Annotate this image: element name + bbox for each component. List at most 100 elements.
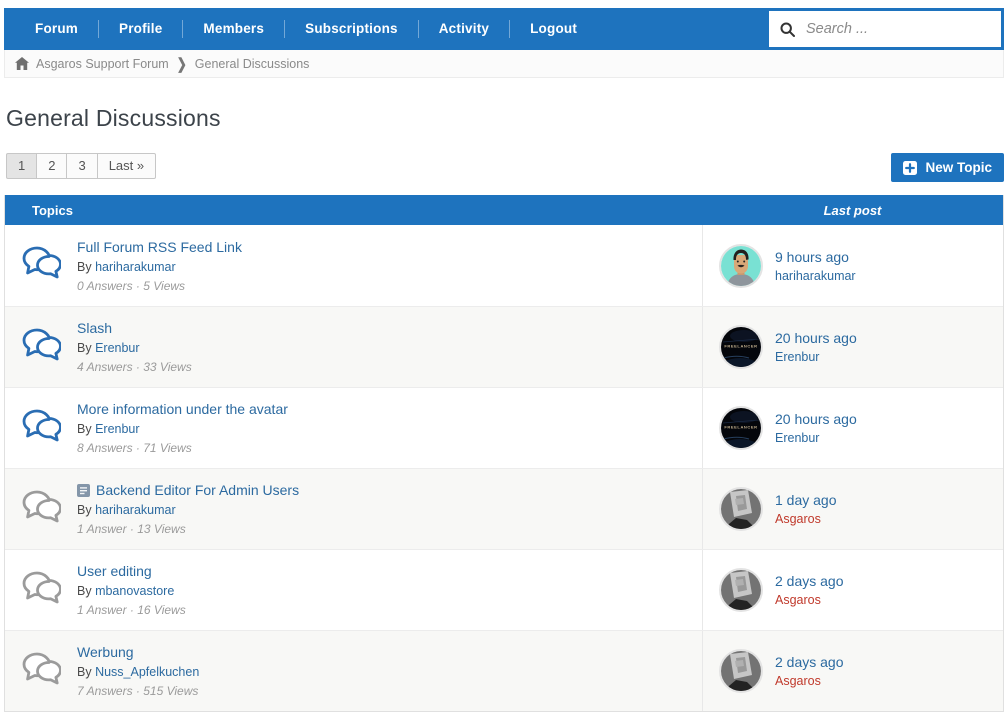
pagination-page-2[interactable]: 2 bbox=[36, 153, 67, 179]
comments-icon bbox=[21, 490, 61, 529]
topic-author-link[interactable]: Erenbur bbox=[95, 422, 139, 436]
forum-page: Forum Profile Members Subscriptions Acti… bbox=[4, 8, 1004, 712]
topic-byline: By Erenbur bbox=[77, 341, 702, 355]
by-label: By bbox=[77, 665, 95, 679]
nav-item-forum[interactable]: Forum bbox=[15, 8, 98, 50]
comments-icon bbox=[21, 246, 61, 285]
topic-info-cell: More information under the avatar By Ere… bbox=[77, 388, 702, 468]
avatar bbox=[719, 649, 763, 693]
breadcrumb-home-link[interactable]: Asgaros Support Forum bbox=[15, 57, 169, 71]
topic-info-cell: Slash By Erenbur 4 Answers · 33 Views bbox=[77, 307, 702, 387]
topic-title-link[interactable]: Werbung bbox=[77, 644, 134, 660]
last-post-time-link[interactable]: 2 days ago bbox=[775, 573, 844, 589]
pagination-page-3[interactable]: 3 bbox=[66, 153, 97, 179]
plus-icon bbox=[903, 161, 917, 175]
topic-status-cell bbox=[5, 225, 77, 306]
last-post-cell: 2 days ago Asgaros bbox=[702, 550, 1003, 630]
last-post-time-link[interactable]: 20 hours ago bbox=[775, 330, 857, 346]
topic-title-link[interactable]: Backend Editor For Admin Users bbox=[96, 482, 299, 498]
topic-row: Full Forum RSS Feed Link By hariharakuma… bbox=[5, 225, 1003, 306]
topic-byline: By mbanovastore bbox=[77, 584, 702, 598]
topics-table: Topics Last post Full Forum RSS Feed Lin… bbox=[4, 195, 1004, 712]
topic-byline: By hariharakumar bbox=[77, 503, 702, 517]
nav-menu: Forum Profile Members Subscriptions Acti… bbox=[4, 8, 597, 50]
search-box bbox=[769, 11, 1001, 47]
last-post-author-link[interactable]: Asgaros bbox=[775, 593, 844, 607]
topic-author-link[interactable]: mbanovastore bbox=[95, 584, 174, 598]
topic-author-link[interactable]: Nuss_Apfelkuchen bbox=[95, 665, 199, 679]
topic-title-link[interactable]: User editing bbox=[77, 563, 152, 579]
last-post-cell: FREELANCER 20 hours ago Erenbur bbox=[702, 388, 1003, 468]
search-input[interactable] bbox=[804, 20, 990, 38]
last-post-cell: 2 days ago Asgaros bbox=[702, 631, 1003, 711]
pagination-last[interactable]: Last » bbox=[97, 153, 156, 179]
topic-title-link[interactable]: Full Forum RSS Feed Link bbox=[77, 239, 242, 255]
topic-info-cell: Werbung By Nuss_Apfelkuchen 7 Answers · … bbox=[77, 631, 702, 711]
nav-item-activity[interactable]: Activity bbox=[419, 8, 509, 50]
topic-row: Backend Editor For Admin Users By hariha… bbox=[5, 468, 1003, 549]
topic-info-cell: User editing By mbanovastore 1 Answer · … bbox=[77, 550, 702, 630]
breadcrumb-current: General Discussions bbox=[195, 57, 310, 71]
by-label: By bbox=[77, 422, 95, 436]
pagination: 1 2 3 Last » bbox=[6, 153, 156, 179]
topic-info-cell: Full Forum RSS Feed Link By hariharakuma… bbox=[77, 225, 702, 306]
last-post-author-link[interactable]: hariharakumar bbox=[775, 269, 856, 283]
breadcrumb-root-label: Asgaros Support Forum bbox=[36, 57, 169, 71]
last-post-cell: 1 day ago Asgaros bbox=[702, 469, 1003, 549]
comments-icon bbox=[21, 409, 61, 448]
nav-item-logout[interactable]: Logout bbox=[510, 8, 597, 50]
last-post-time-link[interactable]: 1 day ago bbox=[775, 492, 837, 508]
chevron-right-icon: ❯ bbox=[177, 55, 187, 73]
topic-byline: By Erenbur bbox=[77, 422, 702, 436]
topic-meta: 4 Answers · 33 Views bbox=[77, 360, 702, 374]
topic-byline: By Nuss_Apfelkuchen bbox=[77, 665, 702, 679]
last-post-time-link[interactable]: 9 hours ago bbox=[775, 249, 856, 265]
last-post-time-link[interactable]: 20 hours ago bbox=[775, 411, 857, 427]
last-post-time-link[interactable]: 2 days ago bbox=[775, 654, 844, 670]
topic-meta: 0 Answers · 5 Views bbox=[77, 279, 702, 293]
last-post-author-link[interactable]: Erenbur bbox=[775, 431, 857, 445]
topic-author-link[interactable]: hariharakumar bbox=[95, 503, 176, 517]
comments-icon bbox=[21, 571, 61, 610]
pagination-page-1[interactable]: 1 bbox=[6, 153, 37, 179]
breadcrumb: Asgaros Support Forum ❯ General Discussi… bbox=[4, 50, 1004, 78]
nav-item-profile[interactable]: Profile bbox=[99, 8, 182, 50]
home-icon bbox=[15, 57, 29, 70]
last-post-cell: FREELANCER 20 hours ago Erenbur bbox=[702, 307, 1003, 387]
avatar: FREELANCER bbox=[719, 325, 763, 369]
topic-meta: 1 Answer · 16 Views bbox=[77, 603, 702, 617]
svg-text:FREELANCER: FREELANCER bbox=[724, 344, 757, 349]
by-label: By bbox=[77, 584, 95, 598]
topic-info-cell: Backend Editor For Admin Users By hariha… bbox=[77, 469, 702, 549]
comments-icon bbox=[21, 328, 61, 367]
toolbar-row: 1 2 3 Last » New Topic bbox=[4, 153, 1004, 182]
column-header-topics: Topics bbox=[5, 203, 702, 218]
search-icon bbox=[780, 22, 795, 37]
top-navigation: Forum Profile Members Subscriptions Acti… bbox=[4, 8, 1004, 50]
topic-meta: 7 Answers · 515 Views bbox=[77, 684, 702, 698]
last-post-author-link[interactable]: Asgaros bbox=[775, 674, 844, 688]
topic-title-link[interactable]: Slash bbox=[77, 320, 112, 336]
topic-author-link[interactable]: Erenbur bbox=[95, 341, 139, 355]
topic-meta: 8 Answers · 71 Views bbox=[77, 441, 702, 455]
topic-row: Werbung By Nuss_Apfelkuchen 7 Answers · … bbox=[5, 630, 1003, 711]
topic-status-cell bbox=[5, 631, 77, 711]
last-post-author-link[interactable]: Erenbur bbox=[775, 350, 857, 364]
by-label: By bbox=[77, 341, 95, 355]
topic-author-link[interactable]: hariharakumar bbox=[95, 260, 176, 274]
nav-item-members[interactable]: Members bbox=[183, 8, 284, 50]
new-topic-button[interactable]: New Topic bbox=[891, 153, 1004, 182]
by-label: By bbox=[77, 260, 95, 274]
page-title: General Discussions bbox=[6, 105, 1004, 132]
avatar bbox=[719, 244, 763, 288]
topic-title-link[interactable]: More information under the avatar bbox=[77, 401, 288, 417]
topic-byline: By hariharakumar bbox=[77, 260, 702, 274]
column-header-last-post: Last post bbox=[702, 203, 1003, 218]
nav-item-subscriptions[interactable]: Subscriptions bbox=[285, 8, 418, 50]
svg-text:FREELANCER: FREELANCER bbox=[724, 425, 757, 430]
avatar: FREELANCER bbox=[719, 406, 763, 450]
last-post-author-link[interactable]: Asgaros bbox=[775, 512, 837, 526]
note-icon bbox=[77, 484, 90, 497]
new-topic-label: New Topic bbox=[925, 160, 992, 175]
table-header: Topics Last post bbox=[5, 195, 1003, 225]
